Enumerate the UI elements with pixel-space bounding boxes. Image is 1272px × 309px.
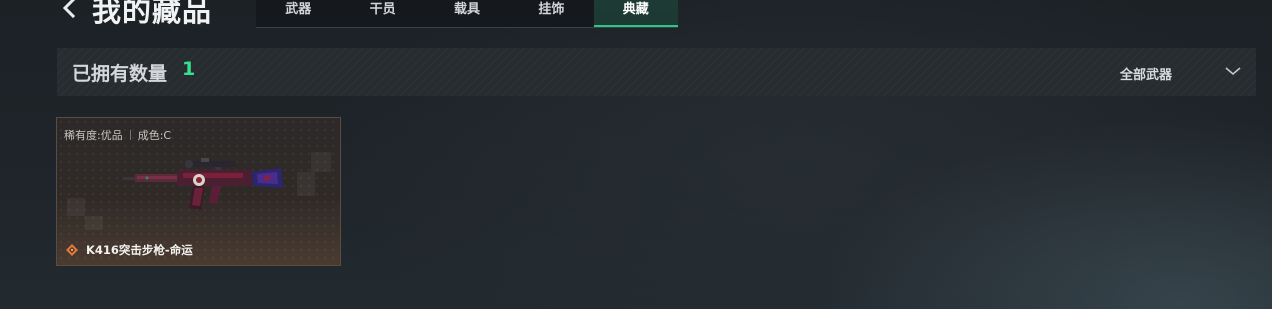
back-button[interactable] [58,0,82,20]
item-attributes: 稀有度:优品 成色:C [64,127,171,143]
background-tile [311,152,331,172]
owned-count-label: 已拥有数量 [72,63,168,85]
diamond-icon [66,244,78,256]
rifle-image [123,158,283,210]
item-rarity: 稀有度:优品 [64,129,123,142]
divider [129,130,131,140]
tab-weapons[interactable]: 武器 [256,0,340,27]
background-tile [297,172,315,196]
chevron-down-icon[interactable] [1224,65,1242,77]
page-title: 我的藏品 [92,0,213,28]
collection-item-card[interactable]: 稀有度:优品 成色:C K416突击步枪-命运 [56,117,341,266]
tab-collection[interactable]: 典藏 [593,0,678,27]
tab-operators[interactable]: 干员 [340,0,424,27]
tab-charms[interactable]: 挂饰 [509,0,593,27]
weapon-filter-dropdown[interactable]: 全部武器 [1120,64,1172,83]
category-tabs: 武器 干员 载具 挂饰 典藏 [256,0,678,28]
tab-vehicles[interactable]: 载具 [425,0,509,27]
item-name-row: K416突击步枪-命运 [66,242,193,258]
owned-bar: 已拥有数量 1 全部武器 [57,48,1256,96]
item-wear: 成色:C [137,129,172,142]
background-tile [85,216,103,230]
owned-count-value: 1 [182,58,196,80]
background-tile [67,198,85,216]
chevron-left-icon [62,0,76,19]
item-name: K416突击步枪-命运 [86,243,193,257]
